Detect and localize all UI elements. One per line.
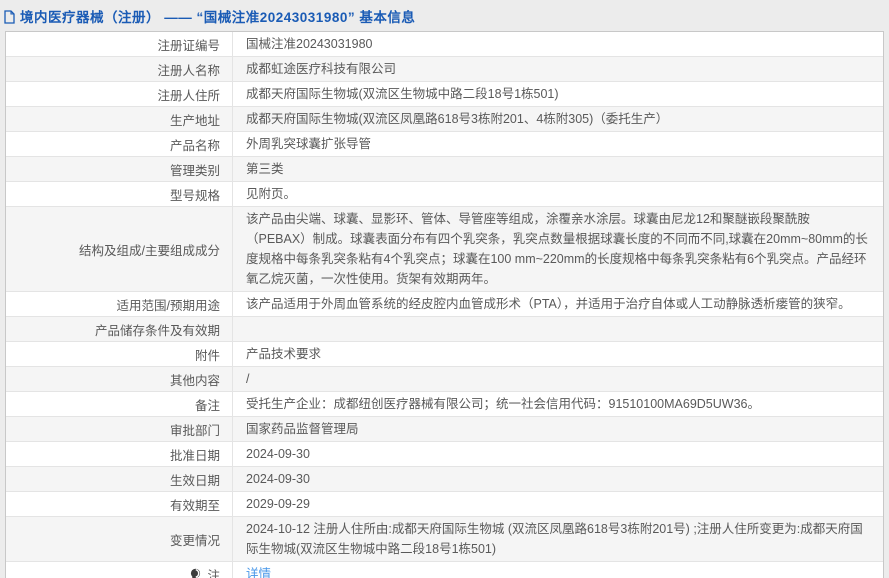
table-row: 管理类别 第三类 bbox=[6, 157, 883, 182]
row-value-text: 成都天府国际生物城(双流区凤凰路618号3栋附201、4栋附305)（委托生产） bbox=[246, 112, 669, 126]
row-value: 受托生产企业：成都纽创医疗器械有限公司；统一社会信用代码：91510100MA6… bbox=[233, 392, 883, 416]
row-value: 2029-09-29 bbox=[233, 492, 883, 516]
row-label: 注册人住所 bbox=[6, 82, 233, 106]
registration-info-page: 境内医疗器械（注册） —— “国械注准20243031980” 基本信息 注册证… bbox=[0, 0, 889, 578]
table-row: 其他内容 / bbox=[6, 367, 883, 392]
row-value: 该产品适用于外周血管系统的经皮腔内血管成形术（PTA），并适用于治疗自体或人工动… bbox=[233, 292, 883, 316]
row-value-text: 该产品适用于外周血管系统的经皮腔内血管成形术（PTA），并适用于治疗自体或人工动… bbox=[246, 297, 851, 311]
row-value: 该产品由尖端、球囊、显影环、管体、导管座等组成，涂覆亲水涂层。球囊由尼龙12和聚… bbox=[233, 207, 883, 291]
table-row: 审批部门 国家药品监督管理局 bbox=[6, 417, 883, 442]
document-icon bbox=[3, 9, 16, 24]
row-label: 备注 bbox=[6, 392, 233, 416]
row-label: 生效日期 bbox=[6, 467, 233, 491]
row-label: 适用范围/预期用途 bbox=[6, 292, 233, 316]
row-label: 批准日期 bbox=[6, 442, 233, 466]
row-value-text: 2024-09-30 bbox=[246, 472, 310, 486]
table-row: 型号规格 见附页。 bbox=[6, 182, 883, 207]
row-value: 2024-09-30 bbox=[233, 467, 883, 491]
row-label: 有效期至 bbox=[6, 492, 233, 516]
row-value-text: 该产品由尖端、球囊、显影环、管体、导管座等组成，涂覆亲水涂层。球囊由尼龙12和聚… bbox=[246, 212, 868, 286]
row-label: 型号规格 bbox=[6, 182, 233, 206]
row-value: 成都天府国际生物城(双流区生物城中路二段18号1栋501) bbox=[233, 82, 883, 106]
table-row: 有效期至 2029-09-29 bbox=[6, 492, 883, 517]
row-label: 其他内容 bbox=[6, 367, 233, 391]
detail-link[interactable]: 详情 bbox=[246, 564, 271, 578]
row-value: 成都虹途医疗科技有限公司 bbox=[233, 57, 883, 81]
row-label: 管理类别 bbox=[6, 157, 233, 181]
row-value-text: 2024-10-12 注册人住所由:成都天府国际生物城 (双流区凤凰路618号3… bbox=[246, 522, 863, 556]
row-value-text: / bbox=[246, 372, 250, 386]
row-value bbox=[233, 317, 883, 341]
row-value-text: 外周乳突球囊扩张导管 bbox=[246, 137, 372, 151]
row-value: 见附页。 bbox=[233, 182, 883, 206]
row-value: 外周乳突球囊扩张导管 bbox=[233, 132, 883, 156]
row-label: 注册证编号 bbox=[6, 32, 233, 56]
row-label: 变更情况 bbox=[6, 517, 233, 561]
table-row: 备注 受托生产企业：成都纽创医疗器械有限公司；统一社会信用代码：91510100M… bbox=[6, 392, 883, 417]
row-label: 审批部门 bbox=[6, 417, 233, 441]
row-label: 生产地址 bbox=[6, 107, 233, 131]
row-value-text: 第三类 bbox=[246, 162, 284, 176]
comment-balloon-icon bbox=[189, 568, 202, 578]
table-row: 产品名称 外周乳突球囊扩张导管 bbox=[6, 132, 883, 157]
table-row: 适用范围/预期用途 该产品适用于外周血管系统的经皮腔内血管成形术（PTA），并适用… bbox=[6, 292, 883, 317]
page-header: 境内医疗器械（注册） —— “国械注准20243031980” 基本信息 bbox=[0, 0, 889, 31]
table-row: 产品储存条件及有效期 bbox=[6, 317, 883, 342]
table-row: 注册人名称 成都虹途医疗科技有限公司 bbox=[6, 57, 883, 82]
row-value-text: 见附页。 bbox=[246, 187, 297, 201]
row-label: 附件 bbox=[6, 342, 233, 366]
row-value-text: 成都虹途医疗科技有限公司 bbox=[246, 62, 397, 76]
row-label: 产品储存条件及有效期 bbox=[6, 317, 233, 341]
table-row: 生效日期 2024-09-30 bbox=[6, 467, 883, 492]
registration-info-table: 注册证编号 国械注准20243031980 注册人名称 成都虹途医疗科技有限公司 注册人… bbox=[5, 31, 884, 578]
row-value: 国械注准20243031980 bbox=[233, 32, 883, 56]
row-value-text: 受托生产企业：成都纽创医疗器械有限公司；统一社会信用代码：91510100MA6… bbox=[246, 397, 760, 411]
row-label: 结构及组成/主要组成成分 bbox=[6, 207, 233, 291]
table-row: 注册人住所 成都天府国际生物城(双流区生物城中路二段18号1栋501) bbox=[6, 82, 883, 107]
row-label: 产品名称 bbox=[6, 132, 233, 156]
note-label-cell: 注 bbox=[6, 562, 233, 578]
row-label: 注册人名称 bbox=[6, 57, 233, 81]
table-row-note: 注 详情 bbox=[6, 562, 883, 578]
table-row: 附件 产品技术要求 bbox=[6, 342, 883, 367]
table-row: 变更情况 2024-10-12 注册人住所由:成都天府国际生物城 (双流区凤凰路6… bbox=[6, 517, 883, 562]
row-value-text: 2029-09-29 bbox=[246, 497, 310, 511]
row-value: 成都天府国际生物城(双流区凤凰路618号3栋附201、4栋附305)（委托生产） bbox=[233, 107, 883, 131]
note-value-cell: 详情 bbox=[233, 562, 883, 578]
row-value-text: 成都天府国际生物城(双流区生物城中路二段18号1栋501) bbox=[246, 87, 559, 101]
row-value: 产品技术要求 bbox=[233, 342, 883, 366]
table-row: 批准日期 2024-09-30 bbox=[6, 442, 883, 467]
table-row: 结构及组成/主要组成成分 该产品由尖端、球囊、显影环、管体、导管座等组成，涂覆亲水… bbox=[6, 207, 883, 292]
row-value-text: 2024-09-30 bbox=[246, 447, 310, 461]
note-label: 注 bbox=[207, 568, 220, 578]
row-value: 2024-09-30 bbox=[233, 442, 883, 466]
page-title: 境内医疗器械（注册） —— “国械注准20243031980” 基本信息 bbox=[20, 10, 416, 25]
row-value-text: 国械注准20243031980 bbox=[246, 37, 373, 51]
row-value: 国家药品监督管理局 bbox=[233, 417, 883, 441]
row-value-text: 产品技术要求 bbox=[246, 347, 322, 361]
row-value: 2024-10-12 注册人住所由:成都天府国际生物城 (双流区凤凰路618号3… bbox=[233, 517, 883, 561]
table-row: 生产地址 成都天府国际生物城(双流区凤凰路618号3栋附201、4栋附305)（委… bbox=[6, 107, 883, 132]
row-value: 第三类 bbox=[233, 157, 883, 181]
table-row: 注册证编号 国械注准20243031980 bbox=[6, 32, 883, 57]
row-value-text: 国家药品监督管理局 bbox=[246, 422, 359, 436]
row-value: / bbox=[233, 367, 883, 391]
